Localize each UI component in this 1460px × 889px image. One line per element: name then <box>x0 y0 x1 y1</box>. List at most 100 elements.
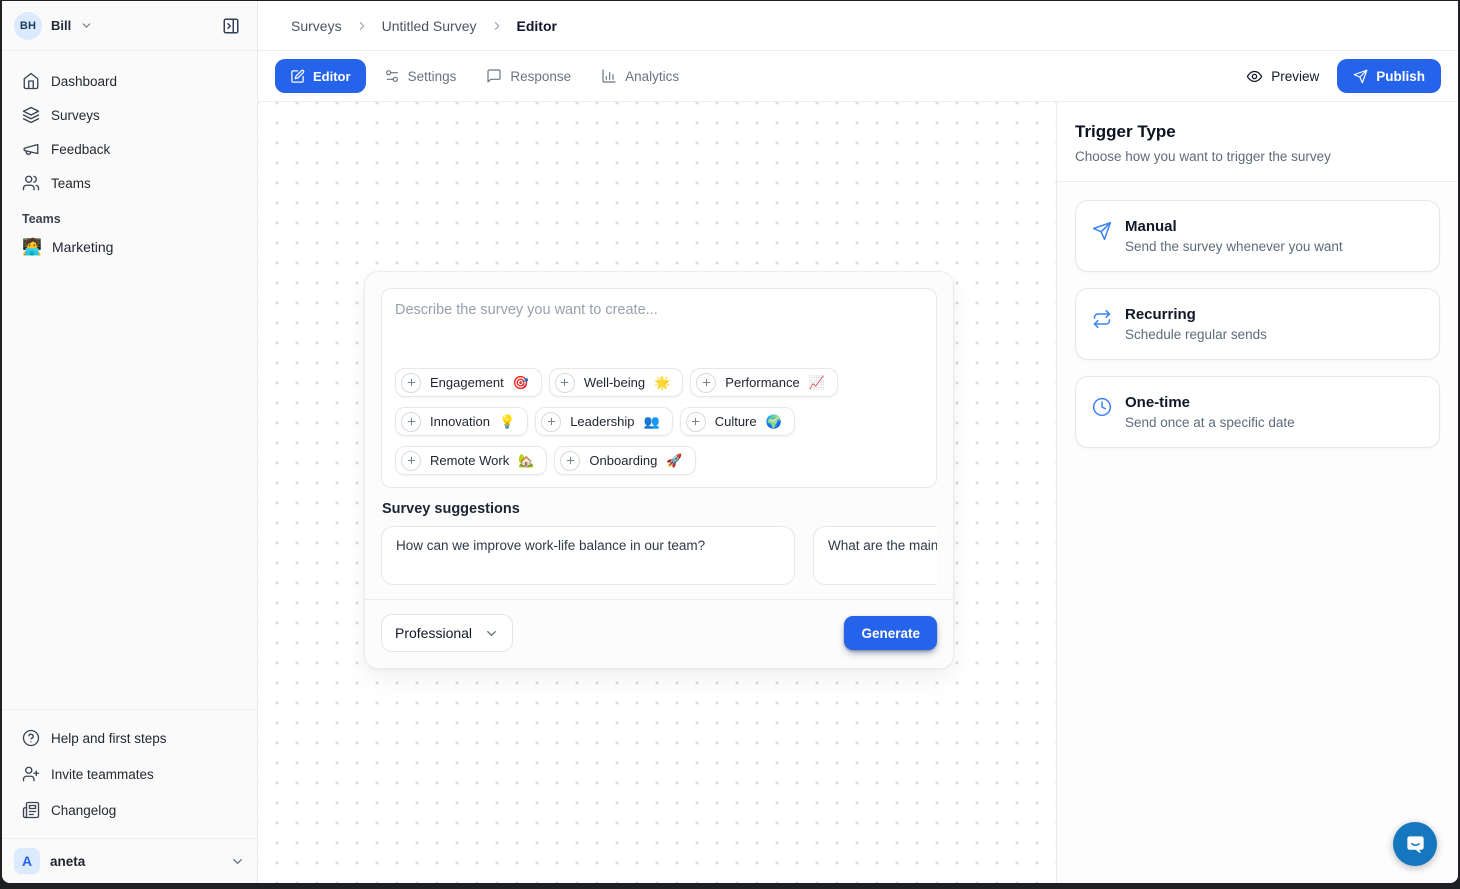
option-title: One-time <box>1125 394 1295 411</box>
tab-label: Settings <box>408 69 457 84</box>
topic-chip-innovation[interactable]: Innovation 💡 <box>395 407 528 436</box>
chevron-down-icon <box>230 854 245 869</box>
app-window: BH Bill Dashboard Surveys <box>2 1 1458 883</box>
add-icon <box>401 412 421 432</box>
sidebar-item-label: Surveys <box>51 108 100 123</box>
tone-value: Professional <box>395 625 472 641</box>
sidebar-item-teams[interactable]: Teams <box>14 166 245 200</box>
sidebar-item-changelog[interactable]: Changelog <box>14 792 245 828</box>
trigger-option-one-time[interactable]: One-time Send once at a specific date <box>1075 376 1440 448</box>
tab-label: Response <box>510 69 571 84</box>
suggestion-card[interactable]: What are the main ob <box>813 526 937 585</box>
sidebar-nav: Dashboard Surveys Feedback Teams <box>2 51 257 269</box>
survey-prompt-input[interactable]: Describe the survey you want to create..… <box>381 288 937 488</box>
suggestions-row: How can we improve work-life balance in … <box>381 526 937 585</box>
add-icon <box>401 373 421 393</box>
suggestion-card[interactable]: How can we improve work-life balance in … <box>381 526 795 585</box>
bar-chart-icon <box>601 68 617 84</box>
sidebar-spacer <box>2 269 257 709</box>
option-description: Schedule regular sends <box>1125 327 1267 342</box>
star-emoji-icon: 🌟 <box>654 375 670 391</box>
sidebar-item-dashboard[interactable]: Dashboard <box>14 64 245 98</box>
workspace-switcher[interactable]: BH Bill <box>2 1 257 51</box>
prompt-placeholder: Describe the survey you want to create..… <box>395 302 923 318</box>
generate-button[interactable]: Generate <box>844 616 937 650</box>
topic-chip-remote-work[interactable]: Remote Work 🏡 <box>395 446 547 475</box>
chevron-right-icon <box>355 19 369 33</box>
account-menu[interactable]: A aneta <box>2 838 257 883</box>
eye-icon <box>1246 68 1263 85</box>
globe-emoji-icon: 🌍 <box>766 414 782 430</box>
sidebar: BH Bill Dashboard Surveys <box>2 1 258 883</box>
composer-footer: Professional Generate <box>381 600 937 652</box>
topic-chip-onboarding[interactable]: Onboarding 🚀 <box>554 446 695 475</box>
user-plus-icon <box>22 765 40 783</box>
repeat-icon <box>1092 309 1112 342</box>
topic-chip-performance[interactable]: Performance 📈 <box>690 368 838 397</box>
editor-canvas[interactable]: Describe the survey you want to create..… <box>258 102 1056 883</box>
chip-label: Engagement <box>430 375 504 390</box>
breadcrumb-surveys[interactable]: Surveys <box>291 18 342 34</box>
technologist-emoji-icon: 🧑‍💻 <box>22 237 42 257</box>
sidebar-item-invite[interactable]: Invite teammates <box>14 756 245 792</box>
panel-title: Trigger Type <box>1075 122 1440 142</box>
account-avatar: A <box>14 848 40 874</box>
content-row: Describe the survey you want to create..… <box>258 102 1458 883</box>
trigger-option-manual[interactable]: Manual Send the survey whenever you want <box>1075 200 1440 272</box>
sidebar-item-feedback[interactable]: Feedback <box>14 132 245 166</box>
topic-chip-culture[interactable]: Culture 🌍 <box>680 407 795 436</box>
send-icon <box>1092 221 1112 254</box>
topic-chip-leadership[interactable]: Leadership 👥 <box>535 407 673 436</box>
option-description: Send the survey whenever you want <box>1125 239 1343 254</box>
preview-button[interactable]: Preview <box>1246 68 1319 85</box>
tab-response[interactable]: Response <box>474 59 583 93</box>
editor-toolbar: Editor Settings Response Analytics <box>258 51 1458 102</box>
sidebar-item-surveys[interactable]: Surveys <box>14 98 245 132</box>
preview-label: Preview <box>1271 69 1319 84</box>
toolbar-tabs: Editor Settings Response Analytics <box>275 59 691 93</box>
workspace-name: Bill <box>51 18 71 33</box>
sidebar-item-label: Dashboard <box>51 74 117 89</box>
breadcrumb-survey-name[interactable]: Untitled Survey <box>382 18 477 34</box>
publish-button[interactable]: Publish <box>1337 59 1441 93</box>
chip-label: Well-being <box>584 375 645 390</box>
option-title: Recurring <box>1125 306 1267 323</box>
chat-launcher-button[interactable] <box>1393 822 1437 866</box>
add-icon <box>560 451 580 471</box>
tab-label: Editor <box>313 69 351 84</box>
users-icon <box>22 174 40 192</box>
help-circle-icon <box>22 729 40 747</box>
chevron-right-icon <box>490 19 504 33</box>
tone-select[interactable]: Professional <box>381 614 513 652</box>
clock-icon <box>1092 397 1112 430</box>
tab-settings[interactable]: Settings <box>372 59 469 93</box>
add-icon <box>555 373 575 393</box>
send-icon <box>1353 69 1368 84</box>
topic-chips: Engagement 🎯 Well-being 🌟 Performance <box>395 368 923 475</box>
chart-emoji-icon: 📈 <box>809 375 825 391</box>
publish-label: Publish <box>1376 69 1425 84</box>
chip-label: Remote Work <box>430 453 509 468</box>
collapse-sidebar-button[interactable] <box>217 12 245 40</box>
topic-chip-engagement[interactable]: Engagement 🎯 <box>395 368 542 397</box>
trigger-options: Manual Send the survey whenever you want… <box>1057 182 1458 482</box>
topic-chip-well-being[interactable]: Well-being 🌟 <box>549 368 683 397</box>
tab-editor[interactable]: Editor <box>275 59 366 93</box>
toolbar-actions: Preview Publish <box>1246 59 1441 93</box>
busts-emoji-icon: 👥 <box>644 414 660 430</box>
trigger-option-recurring[interactable]: Recurring Schedule regular sends <box>1075 288 1440 360</box>
home-icon <box>22 72 40 90</box>
panel-header: Trigger Type Choose how you want to trig… <box>1057 102 1458 182</box>
add-icon <box>401 451 421 471</box>
sidebar-item-help[interactable]: Help and first steps <box>14 720 245 756</box>
sidebar-item-team-marketing[interactable]: 🧑‍💻 Marketing <box>14 229 245 265</box>
panel-subtitle: Choose how you want to trigger the surve… <box>1075 149 1440 164</box>
tab-analytics[interactable]: Analytics <box>589 59 691 93</box>
bulb-emoji-icon: 💡 <box>499 414 515 430</box>
sliders-icon <box>384 68 400 84</box>
message-square-icon <box>486 68 502 84</box>
chip-label: Leadership <box>570 414 634 429</box>
add-icon <box>686 412 706 432</box>
main-area: Surveys Untitled Survey Editor Editor Se… <box>258 1 1458 883</box>
chip-label: Performance <box>725 375 799 390</box>
